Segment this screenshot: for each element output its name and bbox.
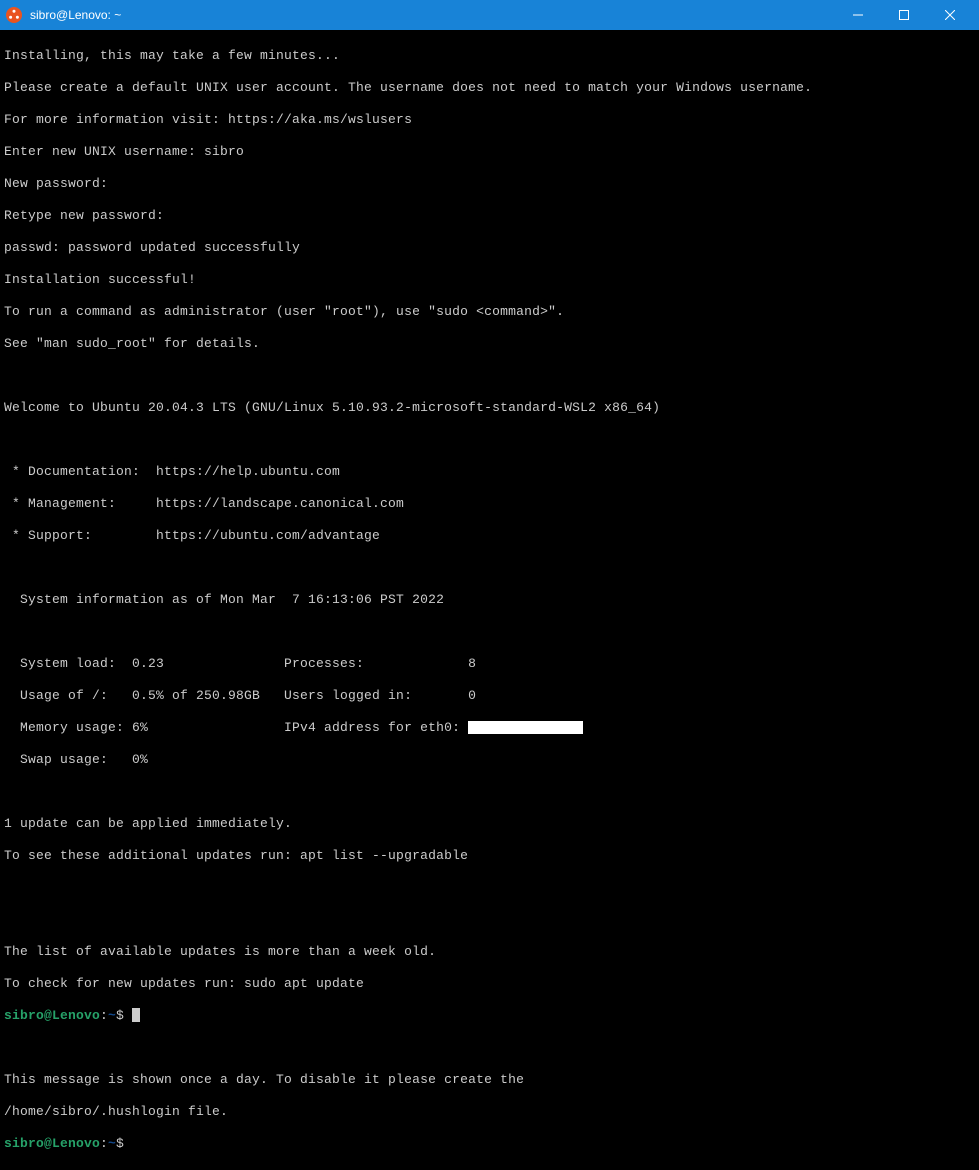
terminal-text: Memory usage: 6% IPv4 address for eth0: xyxy=(4,720,468,735)
prompt-path: ~ xyxy=(108,1136,116,1151)
terminal-line xyxy=(4,560,975,576)
terminal-line: Enter new UNIX username: sibro xyxy=(4,144,975,160)
terminal-line: For more information visit: https://aka.… xyxy=(4,112,975,128)
terminal-line: Memory usage: 6% IPv4 address for eth0: xyxy=(4,720,975,736)
minimize-button[interactable] xyxy=(835,0,881,30)
prompt-dollar: $ xyxy=(116,1136,132,1151)
window-controls xyxy=(835,0,973,30)
terminal-line: Please create a default UNIX user accoun… xyxy=(4,80,975,96)
close-button[interactable] xyxy=(927,0,973,30)
terminal-line: The list of available updates is more th… xyxy=(4,944,975,960)
terminal-line: passwd: password updated successfully xyxy=(4,240,975,256)
terminal-line xyxy=(4,432,975,448)
terminal-line: This message is shown once a day. To dis… xyxy=(4,1072,975,1088)
terminal-line: To run a command as administrator (user … xyxy=(4,304,975,320)
terminal-line: Swap usage: 0% xyxy=(4,752,975,768)
terminal-line xyxy=(4,880,975,896)
terminal-line: See "man sudo_root" for details. xyxy=(4,336,975,352)
prompt-line: sibro@Lenovo:~$ xyxy=(4,1136,975,1152)
prompt-path: ~ xyxy=(108,1008,116,1023)
terminal-line: * Documentation: https://help.ubuntu.com xyxy=(4,464,975,480)
maximize-button[interactable] xyxy=(881,0,927,30)
ubuntu-icon xyxy=(6,7,22,23)
window-title: sibro@Lenovo: ~ xyxy=(30,8,835,22)
terminal-line xyxy=(4,1040,975,1056)
terminal-line: * Support: https://ubuntu.com/advantage xyxy=(4,528,975,544)
terminal-line: Usage of /: 0.5% of 250.98GB Users logge… xyxy=(4,688,975,704)
terminal-line: System load: 0.23 Processes: 8 xyxy=(4,656,975,672)
terminal-line: * Management: https://landscape.canonica… xyxy=(4,496,975,512)
terminal-line xyxy=(4,368,975,384)
terminal-line: Installation successful! xyxy=(4,272,975,288)
cursor xyxy=(132,1008,140,1022)
terminal-line: To see these additional updates run: apt… xyxy=(4,848,975,864)
terminal-line: /home/sibro/.hushlogin file. xyxy=(4,1104,975,1120)
prompt-colon: : xyxy=(100,1136,108,1151)
terminal-line: Installing, this may take a few minutes.… xyxy=(4,48,975,64)
terminal-output[interactable]: Installing, this may take a few minutes.… xyxy=(0,30,979,1170)
prompt-user: sibro@Lenovo xyxy=(4,1136,100,1151)
terminal-line: Retype new password: xyxy=(4,208,975,224)
terminal-line: To check for new updates run: sudo apt u… xyxy=(4,976,975,992)
terminal-line: New password: xyxy=(4,176,975,192)
prompt-colon: : xyxy=(100,1008,108,1023)
window-titlebar: sibro@Lenovo: ~ xyxy=(0,0,979,30)
terminal-line: Welcome to Ubuntu 20.04.3 LTS (GNU/Linux… xyxy=(4,400,975,416)
terminal-line xyxy=(4,912,975,928)
terminal-line: System information as of Mon Mar 7 16:13… xyxy=(4,592,975,608)
prompt-user: sibro@Lenovo xyxy=(4,1008,100,1023)
terminal-line xyxy=(4,784,975,800)
redacted-ip xyxy=(468,721,583,734)
prompt-line: sibro@Lenovo:~$ xyxy=(4,1008,975,1024)
prompt-dollar: $ xyxy=(116,1008,132,1023)
terminal-line xyxy=(4,624,975,640)
terminal-line: 1 update can be applied immediately. xyxy=(4,816,975,832)
